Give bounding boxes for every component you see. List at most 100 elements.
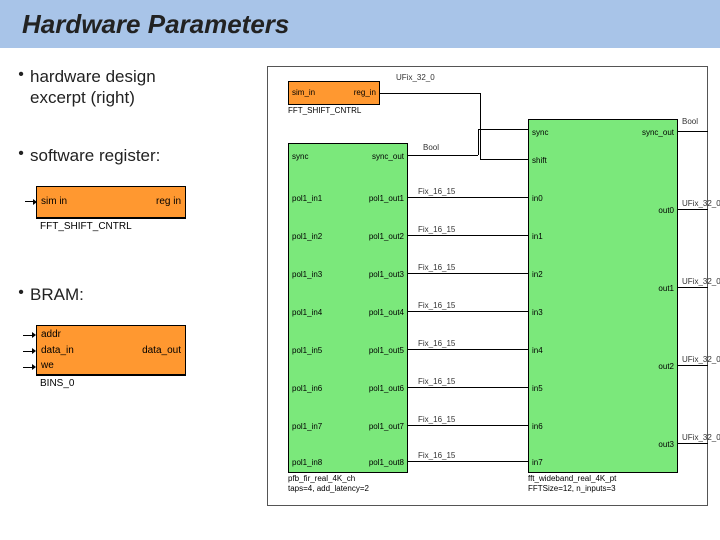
bullet1-line1: hardware design (30, 67, 156, 86)
fft-port-in1: in1 (532, 232, 543, 241)
pfb-port-in1: pol1_in1 (292, 194, 322, 203)
wire (408, 425, 528, 426)
wire-label-fix7: Fix_16_15 (418, 415, 455, 424)
wire (408, 273, 528, 274)
wire (408, 197, 528, 198)
wire-label-fix5: Fix_16_15 (418, 339, 455, 348)
arrow-icon (23, 332, 37, 338)
bram-port-we: we (41, 360, 54, 371)
wire (678, 131, 708, 132)
bram-label: BINS_0 (36, 375, 186, 391)
bullet-hardware-design: • hardware design excerpt (right) (12, 66, 267, 109)
wire-label-syncout-bool: Bool (682, 117, 698, 126)
arrow-icon (25, 199, 37, 205)
bullet-dot: • (12, 66, 30, 109)
bram-port-addr: addr (41, 329, 61, 340)
bram-diagram: addr data_in data_out we BINS_0 (36, 325, 186, 391)
wire (408, 235, 528, 236)
sw-reg-port-left: sim in (41, 196, 67, 207)
wire (678, 209, 708, 210)
wire (408, 155, 478, 156)
fft-port-out3: out3 (658, 440, 674, 449)
left-column: • hardware design excerpt (right) • soft… (12, 66, 267, 506)
pfb-port-out1: pol1_out1 (369, 194, 404, 203)
bram-port-datain: data_in (41, 345, 74, 356)
pfb-port-in8: pol1_in8 (292, 458, 322, 467)
fft-port-syncout: sync_out (642, 128, 674, 137)
fft-port-in0: in0 (532, 194, 543, 203)
wire-label-fix4: Fix_16_15 (418, 301, 455, 310)
pfb-caption2: taps=4, add_latency=2 (288, 485, 369, 494)
fft-port-in2: in2 (532, 270, 543, 279)
wire (480, 159, 528, 160)
bullet-dot: • (12, 145, 30, 166)
hardware-diagram: sim_in reg_in FFT_SHIFT_CNTRL UFix_32_0 … (267, 66, 708, 506)
pfb-port-out7: pol1_out7 (369, 422, 404, 431)
pfb-port-out6: pol1_out6 (369, 384, 404, 393)
pfb-port-out4: pol1_out4 (369, 308, 404, 317)
wire-label-fix3: Fix_16_15 (418, 263, 455, 272)
wire (408, 387, 528, 388)
wire-label-fix6: Fix_16_15 (418, 377, 455, 386)
fft-port-in6: in6 (532, 422, 543, 431)
pfb-port-in3: pol1_in3 (292, 270, 322, 279)
wire (678, 365, 708, 366)
wire (408, 349, 528, 350)
wire (380, 93, 480, 94)
wire-label-out1: UFix_32_0 (682, 277, 720, 286)
shift-cntrl-block: sim_in reg_in (288, 81, 380, 105)
pfb-port-in5: pol1_in5 (292, 346, 322, 355)
wire (408, 461, 528, 462)
pfb-port-out3: pol1_out3 (369, 270, 404, 279)
pfb-port-out2: pol1_out2 (369, 232, 404, 241)
fft-caption2: FFTSize=12, n_inputs=3 (528, 485, 616, 494)
bullet1-line2: excerpt (right) (30, 88, 135, 107)
wire (478, 129, 479, 155)
wire-label-out0: UFix_32_0 (682, 199, 720, 208)
wire-label-out3: UFix_32_0 (682, 433, 720, 442)
arrow-icon (23, 348, 37, 354)
pfb-port-in2: pol1_in2 (292, 232, 322, 241)
fft-port-in7: in7 (532, 458, 543, 467)
port-sim-in: sim_in (292, 88, 315, 97)
slide-title: Hardware Parameters (22, 9, 289, 40)
shift-cntrl-caption: FFT_SHIFT_CNTRL (288, 107, 361, 116)
content-area: • hardware design excerpt (right) • soft… (0, 48, 720, 506)
pfb-caption1: pfb_fir_real_4K_ch (288, 475, 355, 484)
pfb-port-in7: pol1_in7 (292, 422, 322, 431)
pfb-port-in4: pol1_in4 (292, 308, 322, 317)
fft-caption1: fft_wideband_real_4K_pt (528, 475, 616, 484)
wire (678, 287, 708, 288)
wire (480, 93, 481, 159)
wire (478, 129, 528, 130)
wire (408, 311, 528, 312)
wire (678, 443, 708, 444)
bullet-dot: • (12, 284, 30, 305)
fft-port-out2: out2 (658, 362, 674, 371)
fft-port-in4: in4 (532, 346, 543, 355)
bram-port-dataout: data_out (142, 345, 181, 356)
fft-port-out1: out1 (658, 284, 674, 293)
port-reg-in: reg_in (354, 88, 376, 97)
fft-port-in3: in3 (532, 308, 543, 317)
fft-port-out0: out0 (658, 206, 674, 215)
pfb-block: sync sync_out pol1_in1 pol1_out1 pol1_in… (288, 143, 408, 473)
sw-reg-label: FFT_SHIFT_CNTRL (36, 218, 186, 234)
fft-port-in5: in5 (532, 384, 543, 393)
pfb-port-syncout: sync_out (372, 152, 404, 161)
bullet3-text: BRAM: (30, 284, 84, 305)
pfb-port-in6: pol1_in6 (292, 384, 322, 393)
pfb-port-out8: pol1_out8 (369, 458, 404, 467)
wire-label-bool: Bool (423, 143, 439, 152)
bullet-software-register: • software register: (12, 145, 267, 166)
wire-label-fix1: Fix_16_15 (418, 187, 455, 196)
wire-label-fix2: Fix_16_15 (418, 225, 455, 234)
sw-reg-box: sim in reg in (36, 186, 186, 218)
pfb-port-sync: sync (292, 152, 308, 161)
bullet2-text: software register: (30, 145, 160, 166)
arrow-icon (23, 364, 37, 370)
fft-port-sync: sync (532, 128, 548, 137)
pfb-port-out5: pol1_out5 (369, 346, 404, 355)
bullet-bram: • BRAM: (12, 284, 267, 305)
sw-reg-port-right: reg in (156, 196, 181, 207)
